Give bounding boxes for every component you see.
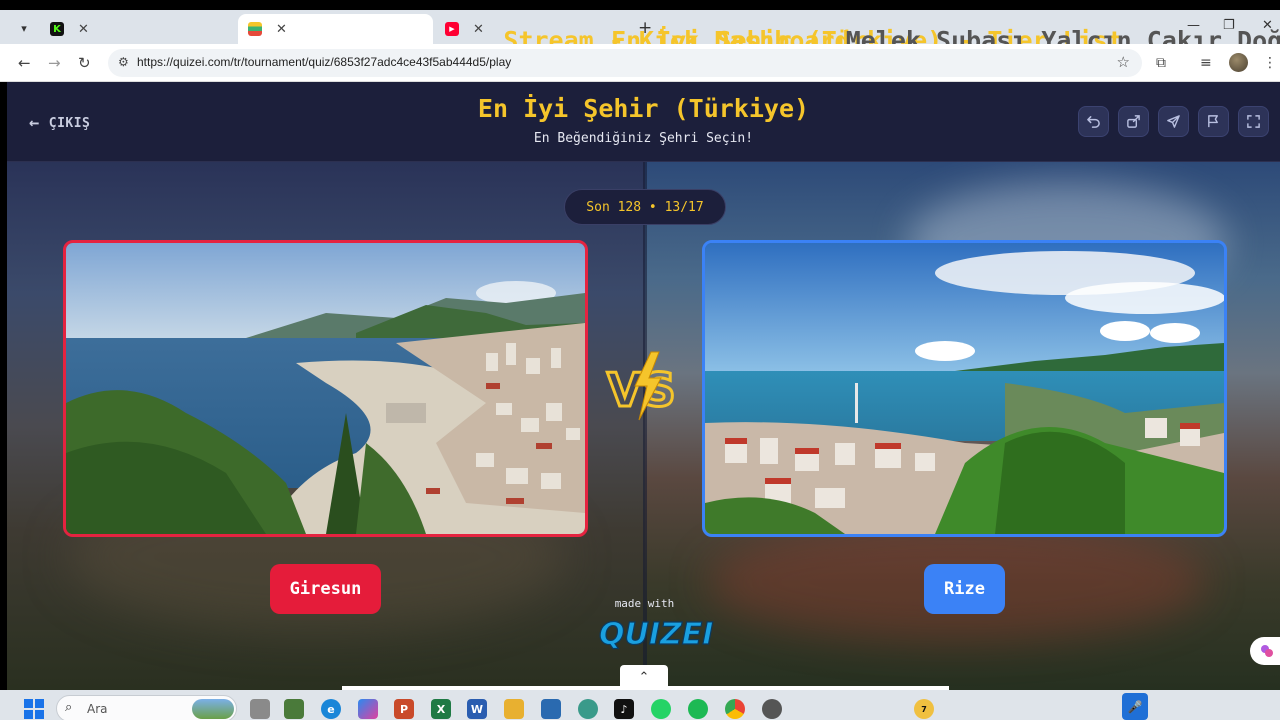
edge-icon[interactable]: e bbox=[321, 699, 341, 719]
maximize-icon[interactable]: ❐ bbox=[1223, 18, 1235, 33]
forward-icon[interactable]: → bbox=[48, 54, 61, 72]
address-bar-row: ← → ↻ ⚙ https://quizei.com/tr/tournament… bbox=[0, 44, 1280, 82]
profile-avatar[interactable] bbox=[1229, 53, 1248, 72]
quizei-logo[interactable]: QUIZEI bbox=[567, 612, 722, 652]
microphone-icon[interactable]: 🎤 bbox=[1122, 693, 1148, 720]
gallery-icon[interactable] bbox=[284, 699, 304, 719]
weather-icon[interactable]: 7 bbox=[914, 699, 934, 719]
chrome-icon[interactable] bbox=[725, 699, 745, 719]
browser-tab-bar: ▾ K Stream - Kick Dashboard ✕ En İyi Şeh… bbox=[0, 10, 1280, 55]
search-highlight-image bbox=[192, 699, 234, 719]
floating-widget-icon[interactable] bbox=[1250, 637, 1280, 665]
svg-text:QUIZEI: QUIZEI bbox=[599, 617, 713, 652]
obs-icon[interactable] bbox=[762, 699, 782, 719]
windows-start-icon[interactable] bbox=[24, 699, 44, 719]
quiz-header: ← ÇIKIŞ En İyi Şehir (Türkiye) En Beğend… bbox=[7, 82, 1280, 162]
undo-icon bbox=[1087, 116, 1100, 128]
center-divider bbox=[643, 162, 647, 690]
task-view-icon[interactable] bbox=[250, 699, 270, 719]
send-icon bbox=[1167, 115, 1180, 128]
browser-app-icon[interactable] bbox=[578, 699, 598, 719]
whatsapp-icon[interactable] bbox=[651, 699, 671, 719]
word-icon[interactable]: W bbox=[467, 699, 487, 719]
omnibox[interactable]: ⚙ https://quizei.com/tr/tournament/quiz/… bbox=[108, 49, 1142, 77]
fullscreen-button[interactable] bbox=[1238, 106, 1269, 137]
choose-rize-button[interactable]: Rize bbox=[924, 564, 1005, 614]
file-explorer-icon[interactable] bbox=[504, 699, 524, 719]
tab-quizei[interactable]: En İyi Şehir (Türkiye) - Tier List, ✕ bbox=[238, 14, 1138, 55]
fullscreen-icon bbox=[1247, 115, 1260, 128]
site-info-icon[interactable]: ⚙ bbox=[118, 55, 129, 69]
excel-icon[interactable]: X bbox=[431, 699, 451, 719]
media-control-icon[interactable]: ≡ bbox=[1200, 55, 1212, 71]
option-card-right[interactable] bbox=[702, 240, 1227, 537]
reload-icon[interactable]: ↻ bbox=[78, 54, 91, 72]
url-text[interactable]: https://quizei.com/tr/tournament/quiz/68… bbox=[137, 55, 511, 69]
share-button[interactable] bbox=[1118, 106, 1149, 137]
choose-giresun-button[interactable]: Giresun bbox=[270, 564, 381, 614]
rize-image bbox=[705, 243, 1224, 534]
new-tab-button[interactable]: + bbox=[638, 18, 652, 38]
back-icon[interactable]: ← bbox=[18, 54, 31, 72]
spotify-icon[interactable] bbox=[688, 699, 708, 719]
copilot-icon[interactable] bbox=[358, 699, 378, 719]
minimize-icon[interactable]: — bbox=[1187, 18, 1200, 33]
window-close-icon[interactable]: ✕ bbox=[1262, 18, 1273, 33]
tiktok-icon[interactable]: ♪ bbox=[614, 699, 634, 719]
share-icon bbox=[1127, 115, 1140, 128]
made-with-label: made with bbox=[614, 597, 675, 610]
report-button[interactable] bbox=[1198, 106, 1229, 137]
send-button[interactable] bbox=[1158, 106, 1189, 137]
taskbar-search[interactable]: ⌕ Ara bbox=[56, 695, 237, 720]
giresun-image bbox=[66, 243, 585, 534]
tab-search-button[interactable]: ▾ bbox=[13, 17, 35, 39]
flag-icon bbox=[1208, 115, 1218, 128]
tab-kick-dashboard[interactable]: K Stream - Kick Dashboard ✕ bbox=[40, 14, 850, 55]
tab-youtube[interactable]: ▶ Melek Subaşı Yalçın Çakır Doğu ✕ bbox=[435, 14, 1280, 55]
option-card-left[interactable] bbox=[63, 240, 588, 537]
store-icon[interactable] bbox=[541, 699, 561, 719]
bookmark-star-icon[interactable]: ☆ bbox=[1117, 53, 1130, 71]
screen-top-strip bbox=[0, 0, 1280, 10]
menu-icon[interactable]: ⋮ bbox=[1263, 55, 1277, 71]
quiz-page: ← ÇIKIŞ En İyi Şehir (Türkiye) En Beğend… bbox=[7, 82, 1280, 690]
search-icon: ⌕ bbox=[65, 700, 73, 715]
undo-button[interactable] bbox=[1078, 106, 1109, 137]
vs-lightning-icon: VS bbox=[606, 351, 677, 421]
windows-taskbar: ⌕ Ara e P X W ♪ 7 bbox=[0, 690, 1280, 720]
extensions-icon[interactable]: ⧉ bbox=[1156, 55, 1166, 71]
powerpoint-icon[interactable]: P bbox=[394, 699, 414, 719]
round-indicator: Son 128 • 13/17 bbox=[564, 189, 726, 225]
